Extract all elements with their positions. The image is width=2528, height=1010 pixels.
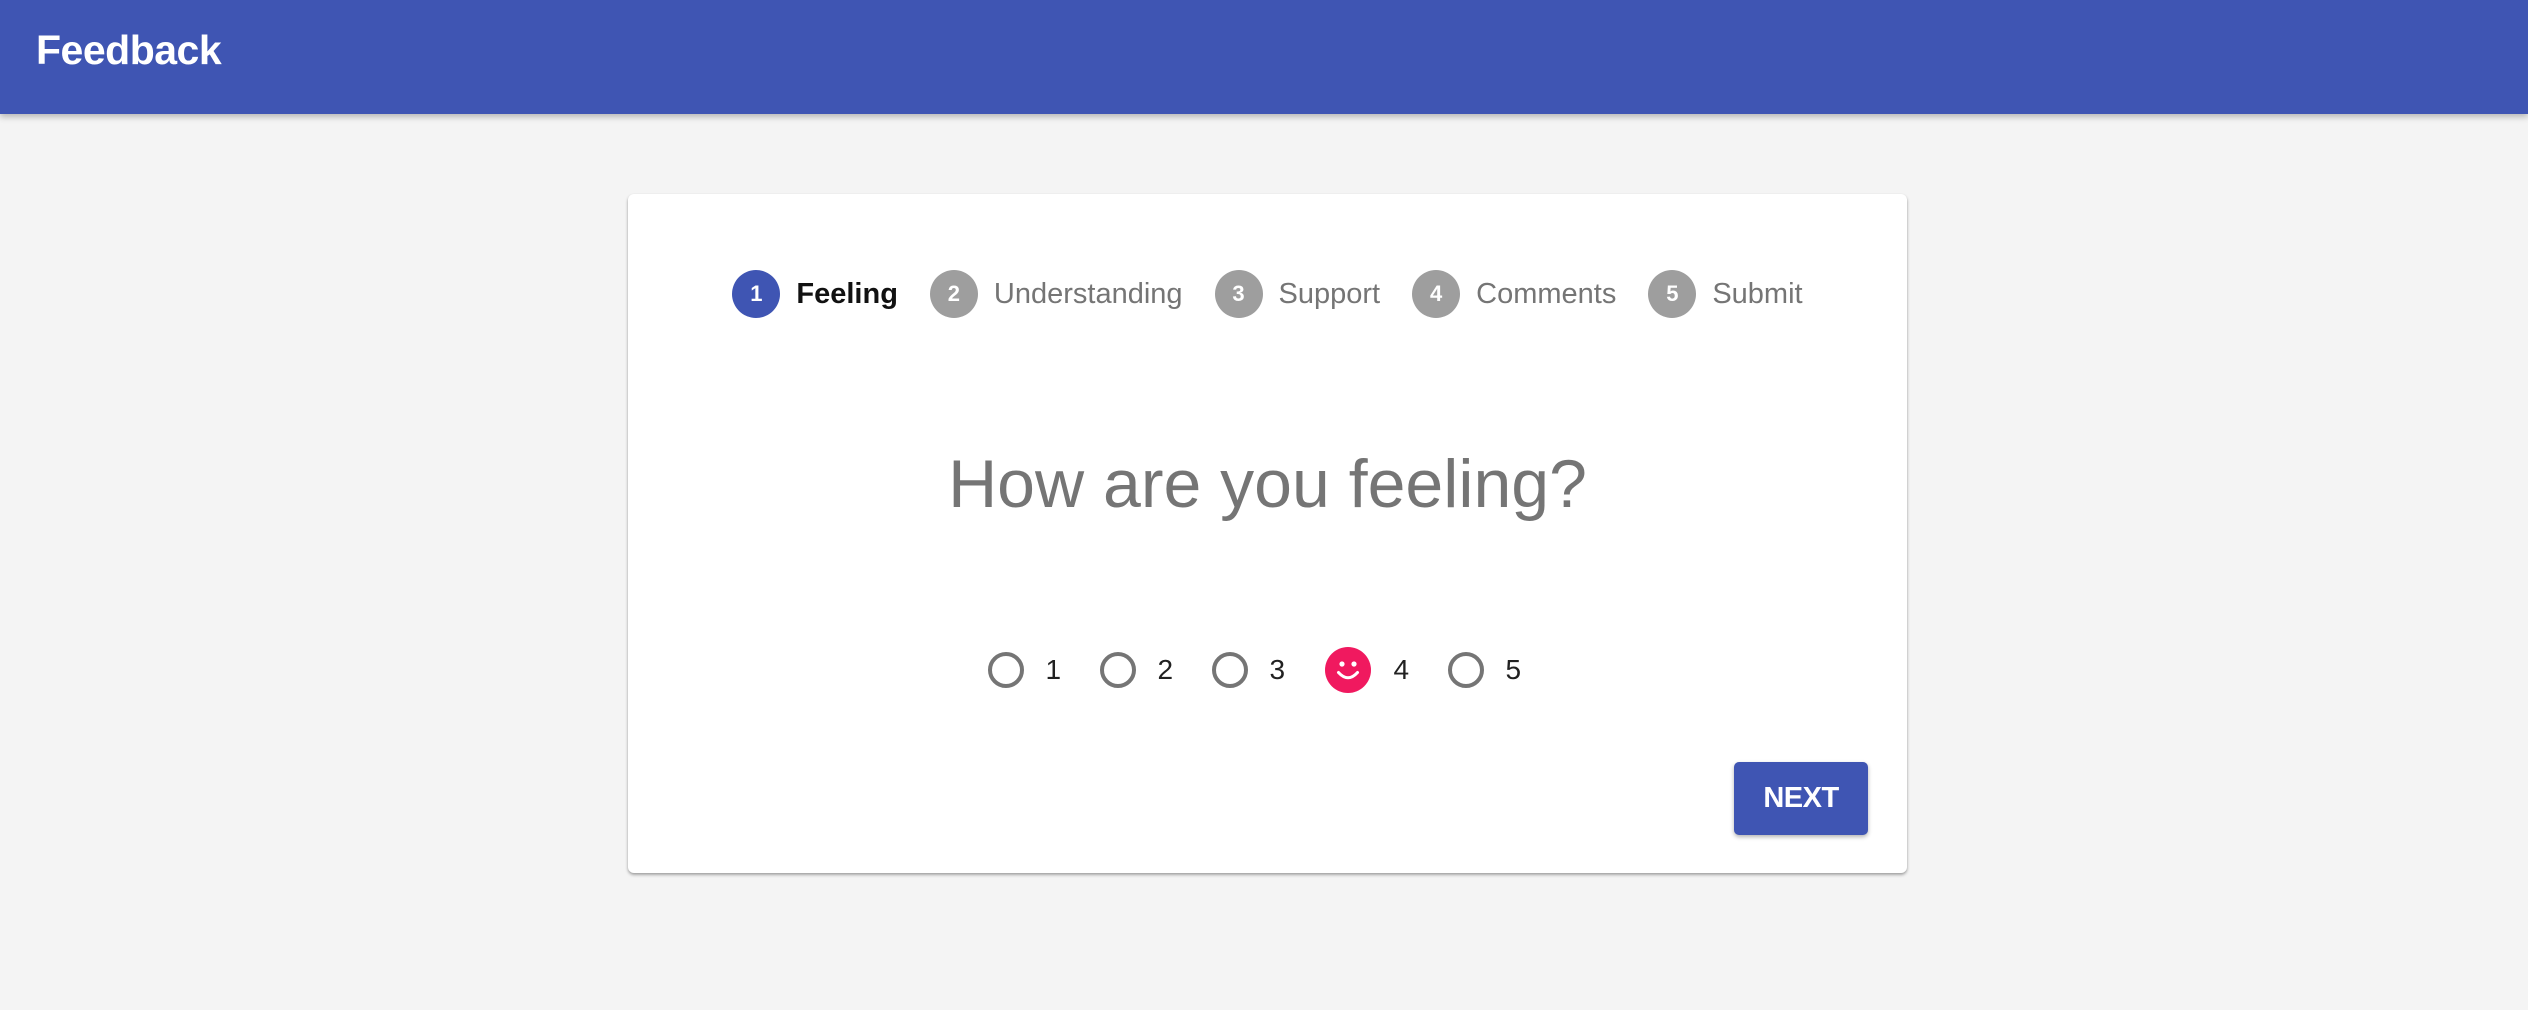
- app-bar: Feedback: [0, 0, 2528, 114]
- step-number-1: 1: [732, 270, 781, 318]
- step-number-5: 5: [1648, 270, 1697, 318]
- rating-option-1[interactable]: 1: [987, 652, 1088, 688]
- rating-option-2[interactable]: 2: [1099, 652, 1200, 688]
- smiley-face-icon[interactable]: [1324, 646, 1372, 694]
- step-comments[interactable]: 4 Comments: [1412, 270, 1616, 318]
- step-understanding[interactable]: 2 Understanding: [929, 270, 1183, 318]
- step-number-3: 3: [1214, 270, 1263, 318]
- radio-unselected-icon[interactable]: [1211, 652, 1248, 688]
- step-label-comments: Comments: [1476, 277, 1617, 310]
- step-number-4: 4: [1412, 270, 1461, 318]
- radio-unselected-icon[interactable]: [987, 652, 1024, 688]
- next-button[interactable]: NEXT: [1734, 762, 1868, 835]
- rating-option-5[interactable]: 5: [1447, 652, 1548, 688]
- rating-label-5: 5: [1505, 654, 1522, 685]
- rating-label-2: 2: [1157, 654, 1174, 685]
- stepper: 1 Feeling 2 Understanding 3 Support 4 Co…: [628, 269, 1907, 319]
- radio-unselected-icon[interactable]: [1447, 652, 1484, 688]
- step-label-understanding: Understanding: [993, 277, 1183, 310]
- step-feeling[interactable]: 1 Feeling: [732, 270, 898, 318]
- rating-label-1: 1: [1045, 654, 1062, 685]
- rating-option-3[interactable]: 3: [1211, 652, 1312, 688]
- step-number-2: 2: [929, 270, 978, 318]
- rating-group: 1 2 3 4 5: [628, 646, 1907, 694]
- feedback-card: 1 Feeling 2 Understanding 3 Support 4 Co…: [628, 194, 1907, 873]
- step-label-feeling: Feeling: [796, 277, 898, 310]
- rating-option-4[interactable]: 4: [1324, 646, 1436, 694]
- app-title: Feedback: [36, 27, 222, 73]
- step-label-submit: Submit: [1712, 277, 1803, 310]
- rating-label-4: 4: [1393, 654, 1410, 685]
- radio-unselected-icon[interactable]: [1099, 652, 1136, 688]
- rating-label-3: 3: [1269, 654, 1286, 685]
- question-heading: How are you feeling?: [948, 446, 1587, 522]
- step-support[interactable]: 3 Support: [1214, 270, 1381, 318]
- step-label-support: Support: [1278, 277, 1381, 310]
- step-submit[interactable]: 5 Submit: [1648, 270, 1803, 318]
